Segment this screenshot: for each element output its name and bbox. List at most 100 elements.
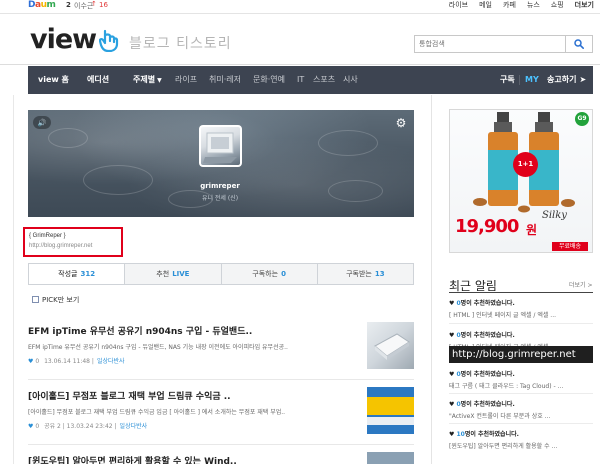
ad-g9-badge: G9 bbox=[575, 112, 589, 126]
post-thumbnail[interactable] bbox=[367, 387, 414, 434]
top-link-cafe[interactable]: 카페 bbox=[503, 0, 516, 10]
nav-send-button[interactable]: 송고하기 ➤ bbox=[547, 66, 586, 94]
recommend-icon: ♥ bbox=[28, 358, 34, 365]
post-date: 공유 2 | 13.03.24 23:42 bbox=[44, 423, 113, 430]
notification-item[interactable]: ♥ 0명이 추천하였습니다. "ActiveX 컨트롤이 다른 부분과 상호 .… bbox=[449, 399, 593, 420]
rank-up-icon: ↑ bbox=[91, 0, 97, 8]
tab-recommend-label: 추천 bbox=[156, 270, 170, 278]
paper-plane-icon: ➤ bbox=[579, 75, 587, 84]
top-links: 라이브 메일 카페 뉴스 쇼핑 더보기 bbox=[449, 0, 594, 10]
tab-following-count: 0 bbox=[281, 270, 286, 278]
list-item[interactable]: [윈도우팁] 알아두면 편리하게 활용할 수 있는 Wind.. bbox=[28, 452, 414, 464]
pick-only-label[interactable]: PICK만 보기 bbox=[42, 295, 79, 305]
blog-info-box: { GrimReper } http://blog.grimreper.net bbox=[23, 227, 123, 257]
tab-followers-label: 구독받는 bbox=[346, 270, 372, 278]
post-category[interactable]: 일상다반사 bbox=[120, 423, 148, 430]
chevron-down-icon: ▼ bbox=[157, 77, 162, 84]
top-link-shopping[interactable]: 쇼핑 bbox=[551, 0, 564, 10]
top-link-live[interactable]: 라이브 bbox=[449, 0, 468, 10]
nav-divider bbox=[519, 75, 520, 85]
notification-text: 명이 추천하였습니다. bbox=[460, 401, 515, 408]
post-title[interactable]: [윈도우팁] 알아두면 편리하게 활용할 수 있는 Wind.. bbox=[28, 454, 358, 464]
ad-free-shipping-badge: 무료배송 bbox=[552, 242, 588, 251]
notification-head: ♥ 0명이 추천하였습니다. bbox=[449, 369, 593, 378]
notifications-more-link[interactable]: 더보기 > bbox=[569, 280, 593, 289]
post-summary: [아이홀드] 무점포 블로그 재택 부업 드림큐 수익금 입금 [ 아이홀드 ]… bbox=[28, 409, 286, 416]
blog-name: { GrimReper } bbox=[29, 233, 66, 239]
gear-icon[interactable]: ⚙ bbox=[394, 116, 408, 130]
post-category[interactable]: 일상다반사 bbox=[97, 358, 125, 365]
top-link-mail[interactable]: 메일 bbox=[479, 0, 492, 10]
post-summary: EFM ipTime 유무선 공유기 n904ns 구입 - 듀얼밴드, NAS… bbox=[28, 344, 288, 351]
ad-price-unit: 원 bbox=[526, 223, 538, 237]
search-input[interactable] bbox=[414, 35, 566, 53]
blog-url-link[interactable]: http://blog.grimreper.net bbox=[29, 241, 117, 251]
view-logo[interactable]: view bbox=[30, 25, 97, 55]
notifications-underline bbox=[449, 292, 593, 293]
list-divider bbox=[28, 379, 414, 380]
notification-item[interactable]: ♥ 0명이 추천하였습니다. 태그 구름 ( 태그 클라우드 : Tag Clo… bbox=[449, 369, 593, 390]
notification-head: ♥ 0명이 추천하였습니다. bbox=[449, 298, 593, 307]
sound-toggle-button[interactable]: 🔊 bbox=[33, 116, 51, 129]
nav-category-hobby[interactable]: 취미·레저 bbox=[209, 66, 241, 94]
ad-brand: Silky bbox=[542, 210, 567, 221]
recommend-count: 0 bbox=[35, 423, 40, 430]
notification-item[interactable]: ♥ 0명이 추천하였습니다. [ HTML ] 인터넷 페이지 글 엑셀 / 엑… bbox=[449, 298, 593, 319]
tab-recommend[interactable]: 추천 LIVE bbox=[125, 264, 222, 284]
notification-item[interactable]: ♥ 10명이 추천하였습니다. [윈도우팁] 알아두면 편리하게 활용할 수 .… bbox=[449, 429, 593, 450]
column-divider bbox=[431, 95, 432, 464]
view-tagline: 블로그 티스토리 bbox=[129, 36, 232, 52]
notification-head: ♥ 10명이 추천하였습니다. bbox=[449, 429, 593, 438]
nav-home[interactable]: view 홈 bbox=[38, 66, 69, 94]
pick-only-checkbox[interactable] bbox=[32, 296, 39, 303]
nav-category-it[interactable]: IT bbox=[297, 66, 304, 94]
post-title[interactable]: [아이홀드] 무점포 블로그 재택 부업 드림큐 수익금 .. bbox=[28, 389, 358, 402]
realtime-rank-number: 2 bbox=[66, 1, 71, 9]
tab-posts-label: 작성글 bbox=[58, 270, 78, 278]
post-thumbnail[interactable] bbox=[367, 322, 414, 369]
post-title[interactable]: EFM ipTime 유무선 공유기 n904ns 구입 - 듀얼밴드.. bbox=[28, 324, 358, 337]
tab-followers[interactable]: 구독받는 13 bbox=[317, 264, 413, 284]
profile-tabs: 작성글 312 추천 LIVE 구독하는 0 구독받는 13 bbox=[28, 263, 414, 285]
tab-recommend-count: LIVE bbox=[172, 270, 190, 278]
daum-logo[interactable]: Daum bbox=[28, 0, 56, 10]
rank-change: 16 bbox=[99, 1, 108, 9]
nav-my[interactable]: MY bbox=[525, 66, 539, 94]
nav-edition[interactable]: 에디션 bbox=[87, 66, 109, 94]
notification-divider bbox=[449, 393, 593, 394]
blog-subtitle: 유니 전세 (신) bbox=[201, 195, 239, 202]
nav-topic[interactable]: 주제별 ▼ bbox=[133, 66, 162, 95]
nav-category-news[interactable]: 시사 bbox=[343, 66, 358, 94]
tab-posts[interactable]: 작성글 312 bbox=[29, 264, 126, 284]
nav-category-culture[interactable]: 문화·연예 bbox=[253, 66, 285, 94]
notification-body: [ HTML ] 인터넷 페이지 글 엑셀 / 엑셀 ... bbox=[449, 312, 557, 319]
dreamq-banner-image bbox=[367, 387, 414, 434]
nav-category-sports[interactable]: 스포츠 bbox=[313, 66, 335, 94]
notification-head: ♥ 0명이 추천하였습니다. bbox=[449, 330, 593, 339]
nav-category-life[interactable]: 라이프 bbox=[175, 66, 197, 94]
notification-body: [윈도우팁] 알아두면 편리하게 활용할 수 ... bbox=[449, 443, 558, 450]
tab-following[interactable]: 구독하는 0 bbox=[221, 264, 318, 284]
post-thumbnail[interactable] bbox=[367, 452, 414, 464]
notification-count: 10 bbox=[456, 431, 465, 438]
meta-divider: | bbox=[114, 423, 117, 430]
list-item[interactable]: EFM ipTime 유무선 공유기 n904ns 구입 - 듀얼밴드.. EF… bbox=[28, 322, 414, 369]
heart-icon: ♥ bbox=[449, 332, 455, 339]
main-nav: view 홈 에디션 주제별 ▼ 라이프 취미·레저 문화·연예 IT 스포츠 시… bbox=[28, 66, 593, 94]
blog-nickname[interactable]: grimreper bbox=[170, 182, 270, 190]
list-item[interactable]: [아이홀드] 무점포 블로그 재택 부업 드림큐 수익금 .. [아이홀드] 무… bbox=[28, 387, 414, 434]
search-icon bbox=[574, 39, 584, 49]
post-date: 13.06.14 11:48 bbox=[44, 358, 90, 365]
avatar[interactable] bbox=[199, 125, 242, 167]
top-link-more[interactable]: 더보기 bbox=[575, 0, 594, 10]
heart-icon: ♥ bbox=[449, 371, 455, 378]
ad-price: 19,900 bbox=[455, 216, 519, 237]
router-image bbox=[374, 333, 410, 360]
search-button[interactable] bbox=[566, 35, 593, 53]
top-link-news[interactable]: 뉴스 bbox=[527, 0, 540, 10]
notification-text: 명이 추천하였습니다. bbox=[464, 431, 519, 438]
heart-icon: ♥ bbox=[449, 431, 455, 438]
ad-one-plus-one-badge: 1+1 bbox=[513, 152, 538, 177]
nav-subscribe[interactable]: 구독 bbox=[500, 66, 515, 94]
recommend-count: 0 bbox=[35, 358, 40, 365]
